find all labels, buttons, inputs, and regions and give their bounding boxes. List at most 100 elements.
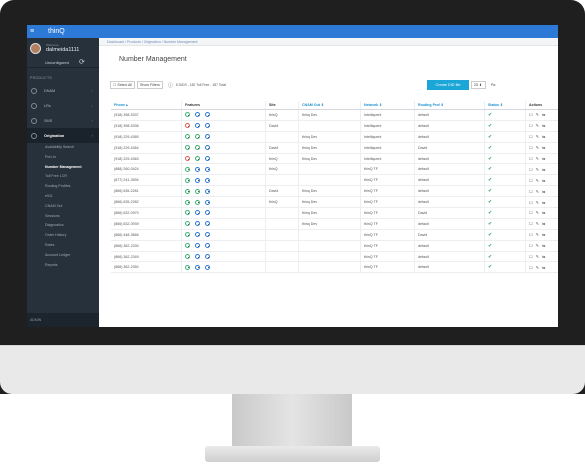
feature-icon[interactable] [205, 264, 210, 270]
swap-icon[interactable]: ⇆ [542, 178, 545, 183]
column-header[interactable]: Phone ▴ [111, 101, 181, 109]
sidebar-subitem[interactable]: Order History [27, 231, 99, 241]
sidebar-item-origination[interactable]: Origination › [27, 128, 99, 143]
feature-icon[interactable] [195, 210, 200, 216]
feature-icon[interactable] [185, 254, 190, 260]
phone-cell[interactable]: (918) 229-4364 [111, 143, 181, 153]
feature-icon[interactable] [205, 243, 210, 249]
sidebar-subitem[interactable]: Rates [27, 241, 99, 251]
feature-icon[interactable] [195, 166, 200, 172]
feature-icon[interactable] [185, 232, 190, 238]
feature-icon[interactable] [195, 243, 200, 249]
swap-icon[interactable]: ⇆ [542, 254, 545, 259]
feature-icon[interactable] [195, 134, 200, 140]
feature-icon[interactable] [195, 221, 200, 227]
feature-icon[interactable] [185, 221, 190, 227]
feature-icon[interactable] [195, 145, 200, 151]
feature-icon[interactable] [195, 156, 200, 161]
copy-icon[interactable]: ☐ [529, 167, 533, 172]
phone-cell[interactable]: (866) 448-3666 [111, 230, 181, 240]
column-header[interactable]: Network ⇕ [360, 101, 414, 109]
copy-icon[interactable]: ☐ [529, 210, 533, 215]
phone-cell[interactable]: (866) 635-2281 [111, 186, 181, 196]
phone-cell[interactable]: (866) 362-2330 [111, 241, 181, 251]
edit-icon[interactable]: ✎ [536, 134, 539, 139]
feature-icon[interactable] [195, 264, 200, 270]
sidebar-subitem[interactable]: e911 [27, 192, 99, 202]
sidebar-subitem[interactable]: Sessions [27, 212, 99, 222]
feature-icon[interactable] [205, 177, 210, 183]
table-row[interactable]: (866) 362-2350 thinQ TF default ✔ ☐ ✎ ⇆ [111, 262, 558, 274]
table-row[interactable]: (877) 241-3594 thinQ TF default ✔ ☐ ✎ ⇆ [111, 175, 558, 187]
phone-cell[interactable]: (866) 632-0939 [111, 219, 181, 229]
phone-cell[interactable]: (866) 632-0970 [111, 208, 181, 218]
table-row[interactable]: (918) 229-4365 thinq Dev Intelliquent defau… [111, 131, 558, 143]
feature-icon[interactable] [195, 199, 200, 205]
sidebar-item-sms[interactable]: SMS › [27, 113, 99, 128]
feature-icon[interactable] [185, 177, 190, 183]
copy-icon[interactable]: ☐ [529, 178, 533, 183]
feature-icon[interactable] [185, 145, 190, 151]
feature-icon[interactable] [205, 123, 210, 129]
copy-icon[interactable]: ☐ [529, 221, 533, 226]
phone-cell[interactable]: (918) 398-5337 [111, 110, 181, 120]
feature-icon[interactable] [205, 156, 210, 161]
swap-icon[interactable]: ⇆ [542, 123, 545, 128]
swap-icon[interactable]: ⇆ [542, 200, 545, 205]
copy-icon[interactable]: ☐ [529, 112, 533, 117]
table-row[interactable]: (918) 398-5336 David Intelliquent default ✔ ☐… [111, 120, 558, 132]
feature-icon[interactable] [205, 134, 210, 140]
sidebar-subitem[interactable]: Account Ledger [27, 251, 99, 261]
copy-icon[interactable]: ☐ [529, 156, 533, 161]
per-page-select[interactable]: 25 ⬍ [471, 81, 486, 89]
copy-icon[interactable]: ☐ [529, 134, 533, 139]
table-row[interactable]: (866) 632-0970 thinq Dev thinQ TF David ✔ ☐ ✎ ⇆ [111, 208, 558, 219]
feature-icon[interactable] [205, 112, 210, 118]
phone-cell[interactable]: (888) 260-0424 [111, 164, 181, 174]
sidebar-item-lrs[interactable]: LRs › [27, 98, 99, 113]
feature-icon[interactable] [205, 145, 210, 151]
table-row[interactable]: (918) 398-5337 thinQ thinq Dev Intelliquent… [111, 110, 558, 121]
swap-icon[interactable]: ⇆ [542, 145, 545, 150]
copy-icon[interactable]: ☐ [529, 123, 533, 128]
edit-icon[interactable]: ✎ [536, 112, 539, 117]
column-header[interactable]: Actions [525, 101, 558, 109]
phone-cell[interactable]: (877) 241-3594 [111, 175, 181, 185]
copy-icon[interactable]: ☐ [529, 243, 533, 248]
swap-icon[interactable]: ⇆ [542, 232, 545, 237]
feature-icon[interactable] [205, 232, 210, 238]
table-row[interactable]: (866) 635-2282 thinQ thinq Dev thinQ TF defa… [111, 197, 558, 209]
feature-icon[interactable] [205, 166, 210, 172]
table-row[interactable]: (866) 362-2349 thinQ TF default ✔ ☐ ✎ ⇆ [111, 251, 558, 263]
feature-icon[interactable] [185, 264, 190, 270]
select-all-checkbox[interactable]: ☐ Select All [110, 81, 136, 89]
swap-icon[interactable]: ⇆ [542, 112, 545, 117]
breadcrumb[interactable]: Dashboard / Products / Origination / Num… [99, 38, 558, 46]
copy-icon[interactable]: ☐ [529, 145, 533, 150]
edit-icon[interactable]: ✎ [536, 167, 539, 172]
feature-icon[interactable] [185, 134, 190, 140]
swap-icon[interactable]: ⇆ [542, 221, 545, 226]
feature-icon[interactable] [205, 210, 210, 216]
copy-icon[interactable]: ☐ [529, 189, 533, 194]
feature-icon[interactable] [195, 177, 200, 183]
column-header[interactable]: CNAM Out ⇕ [298, 101, 360, 109]
edit-icon[interactable]: ✎ [536, 221, 539, 226]
edit-icon[interactable]: ✎ [536, 265, 539, 270]
feature-icon[interactable] [205, 188, 210, 194]
edit-icon[interactable]: ✎ [536, 254, 539, 259]
phone-cell[interactable]: (866) 362-2349 [111, 252, 181, 262]
edit-icon[interactable]: ✎ [536, 178, 539, 183]
swap-icon[interactable]: ⇆ [542, 156, 545, 161]
refresh-icon[interactable]: ⟳ [79, 58, 85, 66]
table-row[interactable]: (866) 448-3666 thinQ TF David ✔ ☐ ✎ ⇆ [111, 229, 558, 241]
feature-icon[interactable] [205, 199, 210, 205]
edit-icon[interactable]: ✎ [536, 145, 539, 150]
edit-icon[interactable]: ✎ [536, 156, 539, 161]
show-filters-button[interactable]: Show Filters [137, 81, 163, 89]
copy-icon[interactable]: ☐ [529, 200, 533, 205]
feature-icon[interactable] [195, 254, 200, 260]
swap-icon[interactable]: ⇆ [542, 243, 545, 248]
feature-icon[interactable] [195, 188, 200, 194]
phone-cell[interactable]: (918) 229-4363 [111, 154, 181, 164]
